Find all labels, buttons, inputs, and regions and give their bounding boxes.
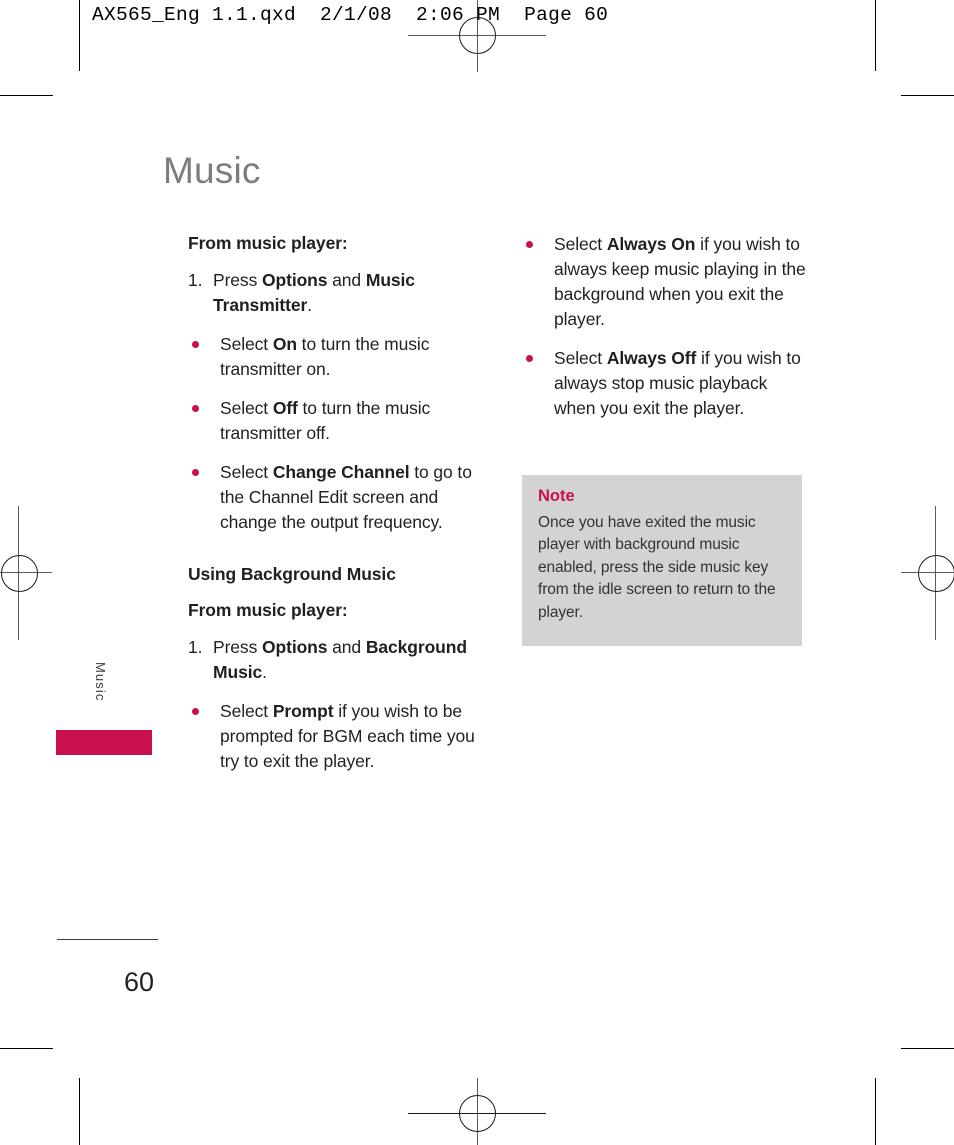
step-emphasis-options: Options bbox=[262, 637, 328, 658]
subheading-using-background-music: Using Background Music bbox=[188, 563, 396, 584]
bullet-dot-icon bbox=[192, 404, 199, 412]
bullet-dot-icon bbox=[192, 340, 199, 348]
crop-mark-bottom-left-vertical bbox=[79, 1078, 80, 1145]
step-text-middle: and bbox=[327, 637, 366, 658]
bullet-select-always-on: Select Always On if you wish to always k… bbox=[522, 232, 812, 332]
bullet-dot-icon bbox=[192, 707, 199, 715]
bullet-emphasis-always-on: Always On bbox=[606, 234, 696, 254]
step-emphasis-options: Options bbox=[262, 270, 328, 291]
numbered-step-press-options-music-transmitter: 1. Press Options and Music Transmitter. bbox=[188, 268, 488, 318]
bullet-dot-icon bbox=[192, 468, 199, 476]
crop-mark-top-right-vertical bbox=[875, 0, 876, 71]
prepress-slug-line: AX565_Eng 1.1.qxd 2/1/08 2:06 PM Page 60 bbox=[92, 4, 609, 26]
bullet-select-always-off: Select Always Off if you wish to always … bbox=[522, 346, 812, 421]
step-text-prefix: Press bbox=[213, 270, 262, 291]
bullet-select-prompt: Select Prompt if you wish to be prompted… bbox=[188, 699, 488, 774]
note-callout-box: Note Once you have exited the music play… bbox=[522, 475, 802, 646]
step-text-suffix: . bbox=[307, 294, 312, 315]
bullet-dot-icon bbox=[526, 241, 533, 248]
note-title: Note bbox=[538, 487, 575, 505]
step-number: 1. bbox=[188, 270, 203, 291]
bullet-text-prefix: Select bbox=[220, 461, 273, 482]
bullet-emphasis-on: On bbox=[272, 333, 297, 354]
bullet-select-off: Select Off to turn the music transmitter… bbox=[188, 396, 488, 446]
subheading-from-music-player-2: From music player: bbox=[188, 599, 348, 620]
bullet-text-prefix: Select bbox=[220, 700, 273, 721]
crop-mark-bottom-left-horizontal bbox=[0, 1048, 53, 1049]
bullet-emphasis-off: Off bbox=[272, 397, 298, 418]
left-content-column: From music player: 1. Press Options and M… bbox=[188, 232, 488, 788]
crop-mark-bottom-right-vertical bbox=[875, 1078, 876, 1145]
bullet-text-prefix: Select bbox=[220, 397, 273, 418]
side-tab-label-music: Music bbox=[93, 662, 108, 702]
crop-mark-top-left-vertical bbox=[79, 0, 80, 71]
step-text-prefix: Press bbox=[213, 637, 262, 658]
bullet-emphasis-change-channel: Change Channel bbox=[272, 461, 410, 482]
bullet-text-prefix: Select bbox=[554, 234, 607, 254]
crop-mark-bottom-right-horizontal bbox=[901, 1048, 954, 1049]
step-number: 1. bbox=[188, 637, 203, 658]
bullet-select-on: Select On to turn the music transmitter … bbox=[188, 332, 488, 382]
crop-mark-top-right-horizontal bbox=[901, 95, 954, 96]
folio-divider-rule bbox=[57, 939, 158, 940]
bullet-dot-icon bbox=[526, 355, 533, 363]
bullet-select-change-channel: Select Change Channel to go to the Chann… bbox=[188, 460, 488, 535]
right-content-column: Select Always On if you wish to always k… bbox=[522, 232, 812, 435]
crop-mark-top-left-horizontal bbox=[0, 95, 53, 96]
subheading-from-music-player: From music player: bbox=[188, 233, 348, 253]
page-title: Music bbox=[163, 150, 261, 191]
side-tab-bar bbox=[56, 730, 152, 755]
bullet-text-prefix: Select bbox=[554, 348, 607, 369]
numbered-step-press-options-background-music: 1. Press Options and Background Music. bbox=[188, 635, 488, 685]
note-body-text: Once you have exited the music player wi… bbox=[538, 514, 776, 621]
bullet-emphasis-prompt: Prompt bbox=[272, 700, 334, 721]
step-text-suffix: . bbox=[262, 661, 267, 682]
bullet-text-prefix: Select bbox=[220, 333, 273, 354]
step-text-middle: and bbox=[327, 270, 366, 291]
bullet-emphasis-always-off: Always Off bbox=[606, 348, 697, 369]
page-number: 60 bbox=[124, 967, 155, 997]
